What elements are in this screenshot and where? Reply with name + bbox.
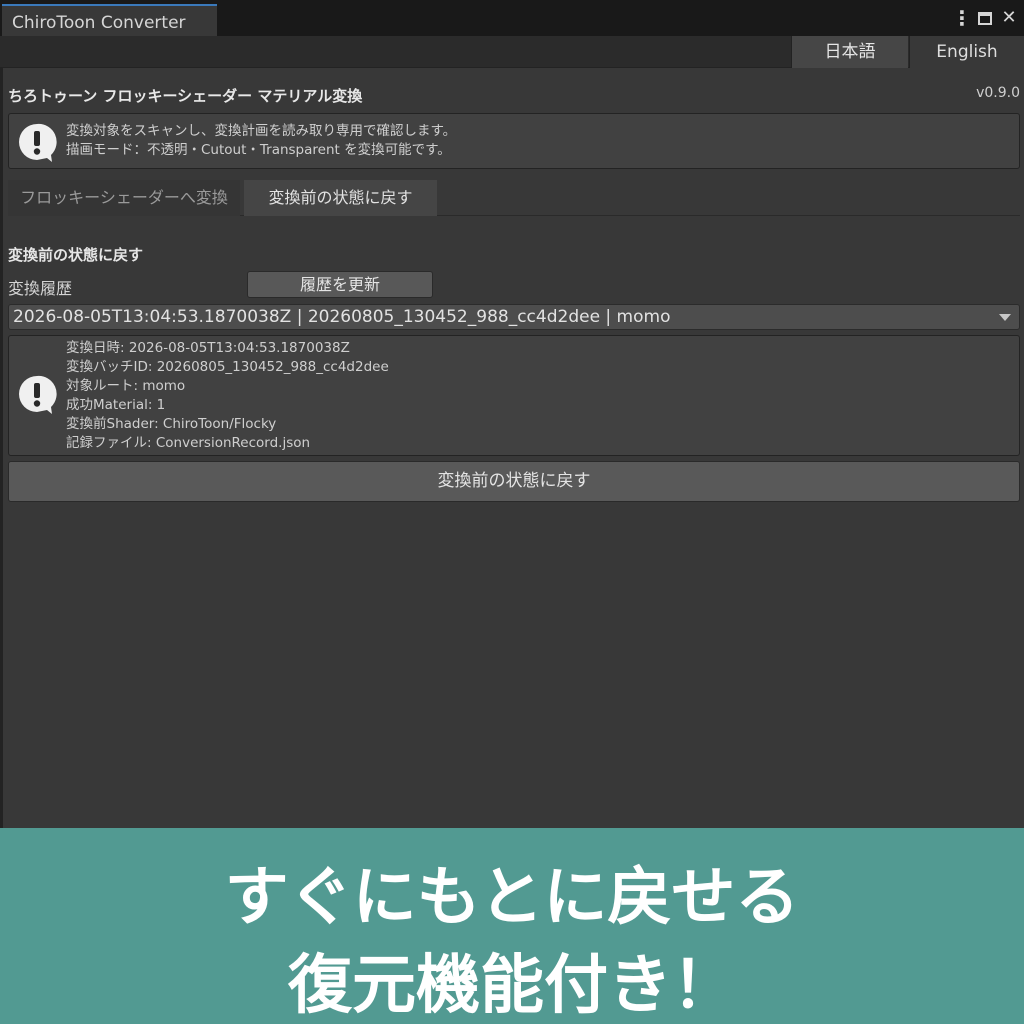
language-english-button[interactable]: English: [909, 36, 1024, 68]
detail-line: 対象ルート: momo: [66, 378, 186, 394]
promo-banner: すぐにもとに戻せる 復元機能付き！: [0, 828, 1024, 1024]
dropdown-value: 2026-08-05T13:04:53.1870038Z | 20260805_…: [13, 307, 671, 327]
record-details: 変換日時: 2026-08-05T13:04:53.1870038Z 変換バッチ…: [66, 339, 389, 453]
window-titlebar: ChiroToon Converter ⋮ ✕: [0, 0, 1024, 36]
tab-strip: フロッキーシェーダーへ変換 変換前の状態に戻す: [8, 180, 1020, 216]
detail-line: 記録ファイル: ConversionRecord.json: [66, 435, 311, 451]
detail-line: 変換前Shader: ChiroToon/Flocky: [66, 416, 277, 432]
window-edge: [0, 36, 3, 828]
section-heading: 変換前の状態に戻す: [8, 246, 144, 264]
info-helpbox: 変換対象をスキャンし、変換計画を読み取り専用で確認します。 描画モード：不透明・…: [8, 113, 1020, 169]
alert-icon: [19, 375, 57, 414]
alert-icon: [19, 123, 57, 162]
restore-button[interactable]: 変換前の状態に戻す: [8, 461, 1020, 502]
language-japanese-button[interactable]: 日本語: [791, 36, 908, 68]
close-icon[interactable]: ✕: [1000, 7, 1018, 29]
record-details-helpbox: 変換日時: 2026-08-05T13:04:53.1870038Z 変換バッチ…: [8, 335, 1020, 456]
banner-headline: すぐにもとに戻せる: [224, 861, 800, 935]
chevron-down-icon: [999, 314, 1011, 321]
info-text: 変換対象をスキャンし、変換計画を読み取り専用で確認します。 描画モード：不透明・…: [66, 122, 456, 160]
version-label: v0.9.0: [976, 85, 1020, 101]
info-line: 変換対象をスキャンし、変換計画を読み取り専用で確認します。: [66, 123, 457, 139]
detail-line: 変換日時: 2026-08-05T13:04:53.1870038Z: [66, 340, 350, 356]
detail-line: 変換バッチID: 20260805_130452_988_cc4d2dee: [66, 359, 389, 375]
detail-line: 成功Material: 1: [66, 397, 166, 413]
tab-restore[interactable]: 変換前の状態に戻す: [244, 180, 437, 216]
more-menu-icon[interactable]: ⋮: [952, 7, 972, 29]
tab-convert[interactable]: フロッキーシェーダーへ変換: [8, 180, 240, 216]
page-title: ちろトゥーン フロッキーシェーダー マテリアル変換: [8, 87, 363, 105]
info-line: 描画モード：不透明・Cutout・Transparent を変換可能です。: [66, 142, 451, 158]
maximize-icon[interactable]: [976, 7, 994, 29]
window-controls: ⋮ ✕: [952, 6, 1018, 30]
language-bar: 日本語 English: [0, 36, 1024, 68]
header: ちろトゥーン フロッキーシェーダー マテリアル変換 v0.9.0: [8, 85, 1020, 107]
refresh-history-button[interactable]: 履歴を更新: [247, 271, 433, 298]
history-dropdown[interactable]: 2026-08-05T13:04:53.1870038Z | 20260805_…: [8, 304, 1020, 330]
banner-subheadline: 復元機能付き！: [288, 949, 736, 1023]
history-label: 変換履歴: [8, 279, 73, 298]
window-tab[interactable]: ChiroToon Converter: [2, 4, 217, 36]
